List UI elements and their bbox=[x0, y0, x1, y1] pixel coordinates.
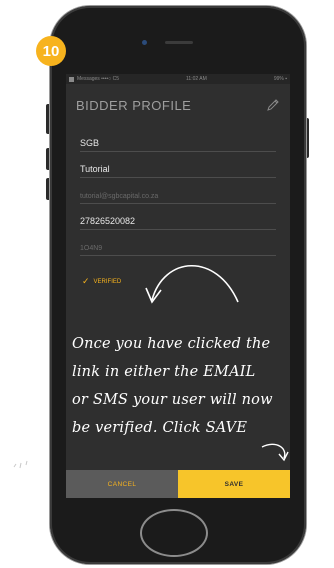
earpiece-speaker bbox=[165, 41, 193, 44]
instruction-line: link in either the EMAIL bbox=[72, 364, 256, 380]
instruction-overlay: Once you have clicked the link in either… bbox=[66, 330, 290, 442]
instruction-line: Once you have clicked the bbox=[72, 336, 271, 352]
home-button[interactable] bbox=[140, 509, 208, 557]
sparkle-decoration bbox=[13, 460, 28, 469]
save-button[interactable]: SAVE bbox=[178, 470, 290, 498]
phone-screen: Messages ••••○ C5 11:02 AM 99% ▪ BIDDER … bbox=[66, 74, 290, 498]
instruction-line: be verified. Click SAVE bbox=[72, 420, 248, 436]
cancel-button[interactable]: CANCEL bbox=[66, 470, 178, 498]
step-badge: 10 bbox=[36, 36, 66, 66]
action-bar: CANCEL SAVE bbox=[66, 470, 290, 498]
instruction-line: or SMS your user will now bbox=[72, 392, 273, 408]
front-camera bbox=[142, 40, 147, 45]
